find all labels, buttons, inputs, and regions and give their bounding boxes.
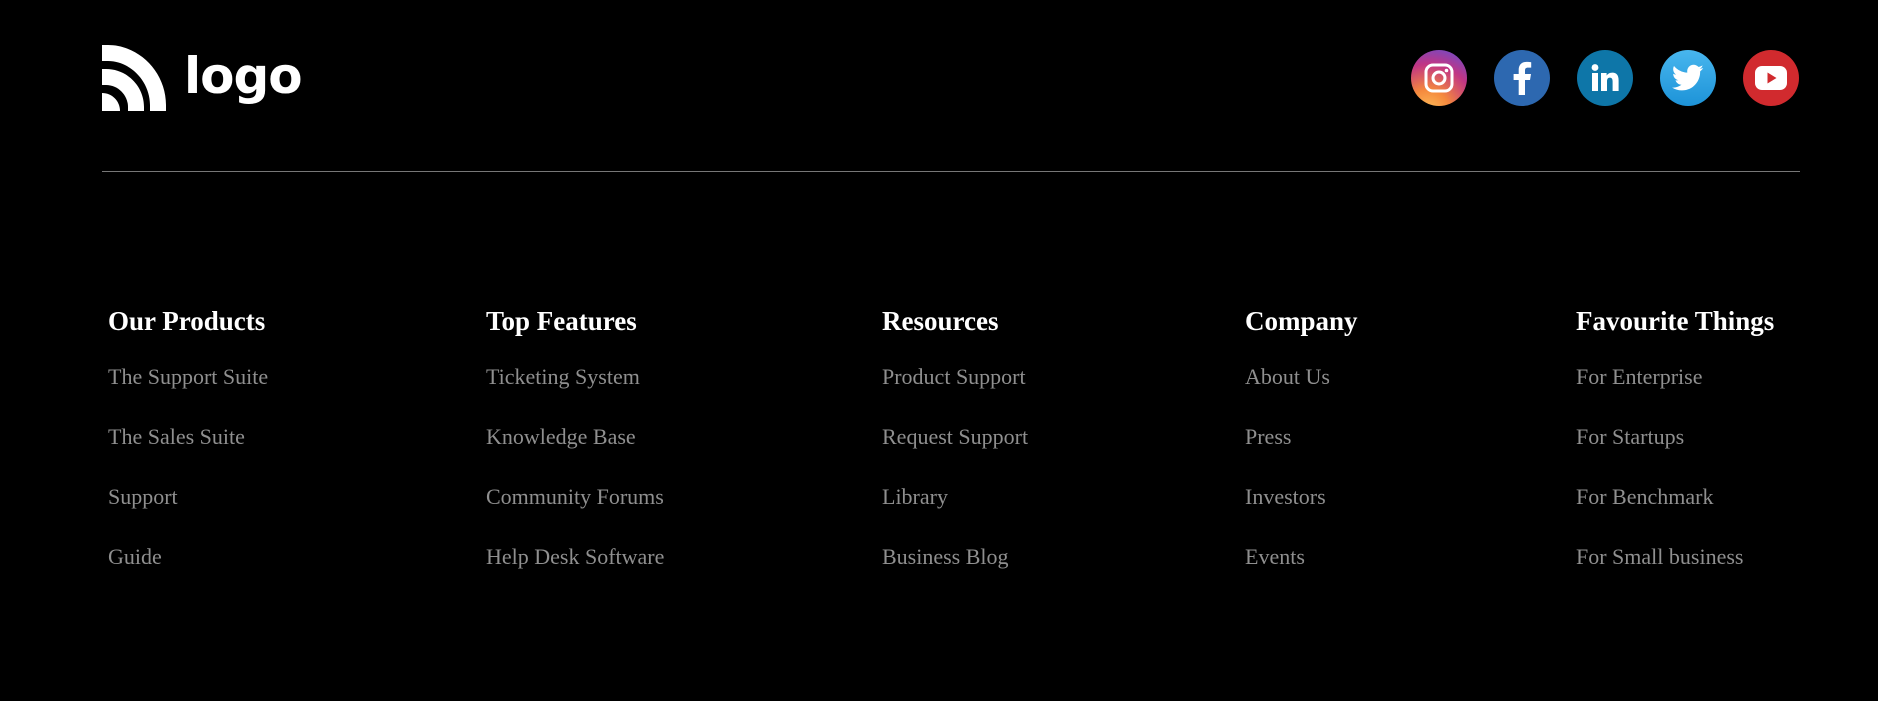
- footer-link-product-support[interactable]: Product Support: [882, 364, 1028, 390]
- footer-divider: [102, 171, 1800, 172]
- site-footer: logo Our Products The Support Suite The …: [0, 0, 1878, 701]
- footer-link-knowledge-base[interactable]: Knowledge Base: [486, 424, 664, 450]
- instagram-icon: [1424, 63, 1454, 93]
- youtube-link[interactable]: [1743, 50, 1799, 106]
- footer-link-events[interactable]: Events: [1245, 544, 1358, 570]
- footer-link-the-sales-suite[interactable]: The Sales Suite: [108, 424, 268, 450]
- footer-column-our-products: Our Products The Support Suite The Sales…: [108, 304, 268, 604]
- column-heading: Company: [1245, 306, 1358, 336]
- social-links: [1411, 50, 1799, 106]
- footer-link-library[interactable]: Library: [882, 484, 1028, 510]
- footer-link-help-desk-software[interactable]: Help Desk Software: [486, 544, 664, 570]
- footer-link-about-us[interactable]: About Us: [1245, 364, 1358, 390]
- column-heading: Our Products: [108, 306, 266, 336]
- footer-link-ticketing-system[interactable]: Ticketing System: [486, 364, 664, 390]
- logo-mark-icon: [102, 45, 166, 111]
- footer-link-for-startups[interactable]: For Startups: [1576, 424, 1774, 450]
- footer-link-for-small-business[interactable]: For Small business: [1576, 544, 1774, 570]
- youtube-icon: [1755, 66, 1787, 90]
- footer-link-support[interactable]: Support: [108, 484, 268, 510]
- twitter-link[interactable]: [1660, 50, 1716, 106]
- twitter-icon: [1672, 64, 1704, 91]
- footer-link-guide[interactable]: Guide: [108, 544, 268, 570]
- column-heading: Top Features: [486, 306, 637, 336]
- facebook-icon: [1513, 61, 1532, 95]
- linkedin-link[interactable]: [1577, 50, 1633, 106]
- footer-column-company: Company About Us Press Investors Events: [1245, 304, 1358, 604]
- logo[interactable]: logo: [102, 45, 303, 111]
- footer-link-request-support[interactable]: Request Support: [882, 424, 1028, 450]
- footer-link-the-support-suite[interactable]: The Support Suite: [108, 364, 268, 390]
- footer-link-investors[interactable]: Investors: [1245, 484, 1358, 510]
- footer-link-for-benchmark[interactable]: For Benchmark: [1576, 484, 1774, 510]
- facebook-link[interactable]: [1494, 50, 1550, 106]
- column-heading: Resources: [882, 306, 999, 336]
- footer-link-community-forums[interactable]: Community Forums: [486, 484, 664, 510]
- footer-link-for-enterprise[interactable]: For Enterprise: [1576, 364, 1774, 390]
- linkedin-icon: [1591, 64, 1619, 91]
- instagram-link[interactable]: [1411, 50, 1467, 106]
- footer-column-top-features: Top Features Ticketing System Knowledge …: [486, 304, 664, 604]
- footer-column-favourite-things: Favourite Things For Enterprise For Star…: [1576, 304, 1774, 604]
- footer-link-business-blog[interactable]: Business Blog: [882, 544, 1028, 570]
- footer-link-press[interactable]: Press: [1245, 424, 1358, 450]
- logo-text: logo: [184, 47, 303, 105]
- footer-column-resources: Resources Product Support Request Suppor…: [882, 304, 1028, 604]
- column-heading: Favourite Things: [1576, 306, 1775, 336]
